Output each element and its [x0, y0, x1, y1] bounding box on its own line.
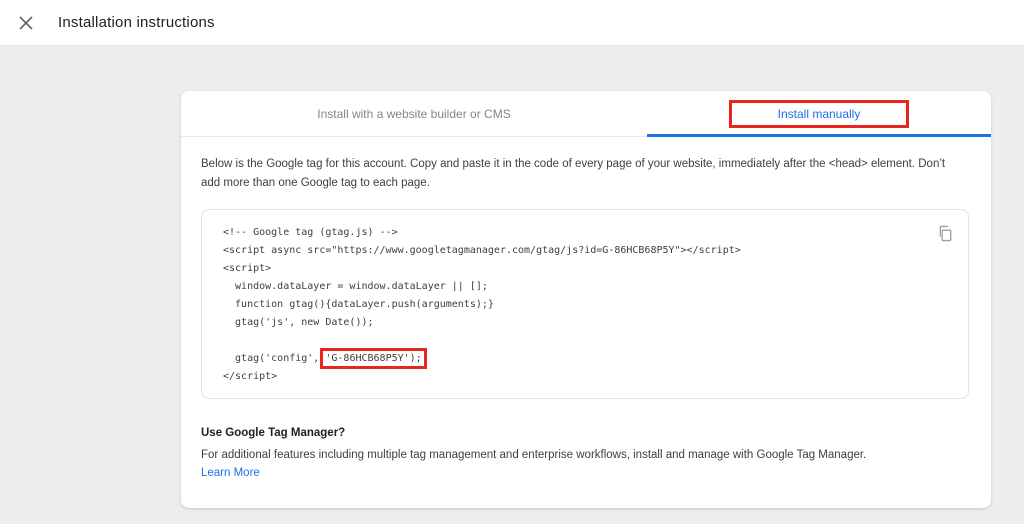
tab-panel-install-manually: Below is the Google tag for this account…	[181, 155, 991, 481]
tab-install-manually[interactable]: Install manually	[647, 91, 991, 136]
code-line: gtag('js', new Date());	[223, 317, 374, 328]
copy-button[interactable]	[934, 222, 956, 244]
code-line: <script async src="https://www.googletag…	[223, 245, 741, 256]
intro-text: Below is the Google tag for this account…	[201, 158, 946, 189]
code-line: <script>	[223, 263, 272, 274]
code-block-text: <!-- Google tag (gtag.js) --> <script asy…	[223, 224, 928, 386]
install-manually-annotation-rect: Install manually	[728, 99, 910, 128]
active-tab-underline	[647, 134, 991, 137]
code-line: window.dataLayer = window.dataLayer || […	[223, 281, 488, 292]
learn-more-link[interactable]: Learn More	[201, 467, 260, 479]
code-line: gtag('config', 'G-86HCB68P5Y');	[223, 348, 427, 369]
tab-install-manually-label: Install manually	[777, 106, 861, 121]
tab-install-with-cms[interactable]: Install with a website builder or CMS	[181, 91, 647, 136]
gtm-body-text: For additional features including multip…	[201, 449, 867, 461]
close-button[interactable]	[16, 13, 36, 33]
code-line: </script>	[223, 371, 278, 382]
close-icon	[18, 15, 34, 31]
google-tag-code-block: <!-- Google tag (gtag.js) --> <script asy…	[201, 209, 969, 399]
installation-card: Install with a website builder or CMS In…	[181, 91, 991, 508]
code-line: <!-- Google tag (gtag.js) -->	[223, 227, 398, 238]
copy-icon	[937, 225, 954, 242]
page-title: Installation instructions	[58, 14, 215, 31]
code-line: function gtag(){dataLayer.push(arguments…	[223, 299, 494, 310]
header: Installation instructions	[0, 0, 1024, 46]
gtm-heading: Use Google Tag Manager?	[201, 427, 346, 439]
measurement-id-annotation-rect: 'G-86HCB68P5Y');	[320, 348, 427, 369]
tab-install-with-cms-label: Install with a website builder or CMS	[317, 106, 511, 121]
tab-bar: Install with a website builder or CMS In…	[181, 91, 991, 137]
